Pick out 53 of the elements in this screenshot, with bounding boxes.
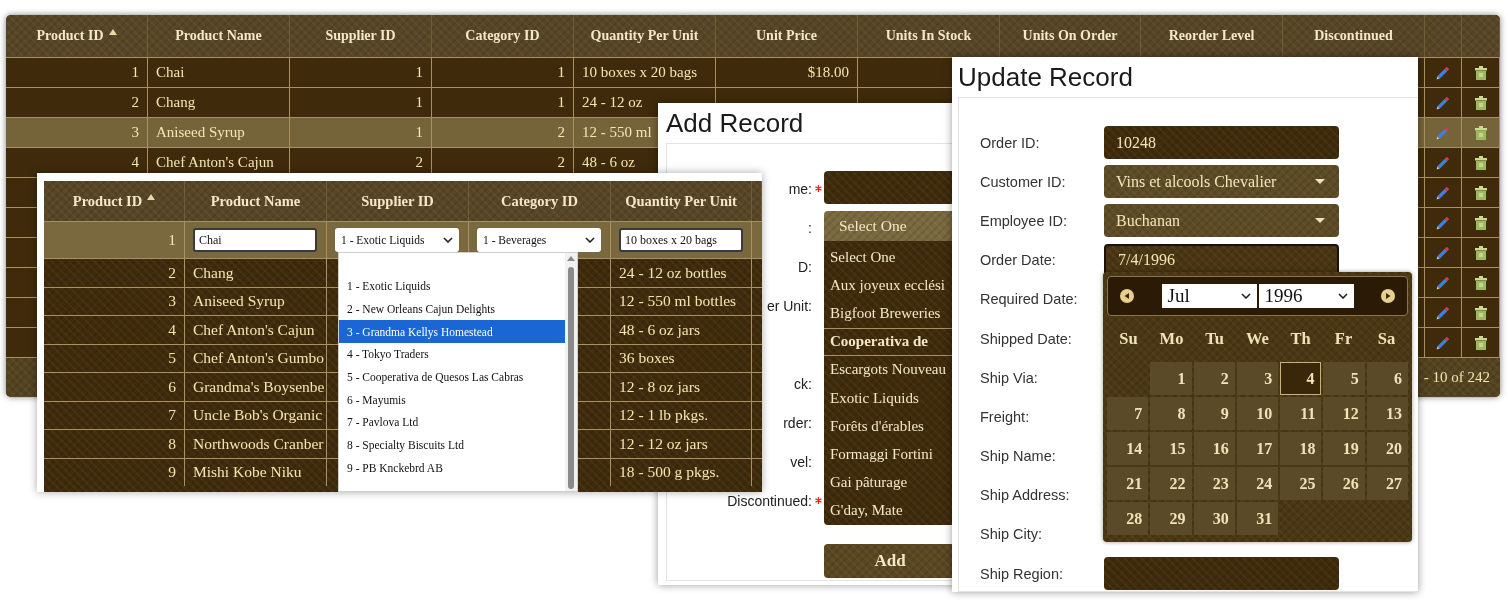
weekday-label: We	[1245, 329, 1270, 349]
table-cell: Chef Anton's Gumbo	[185, 344, 327, 372]
field-label: Required Date:	[980, 291, 1079, 308]
weekday-label: Th	[1289, 329, 1312, 349]
table-cell: 7	[44, 401, 185, 429]
table-cell: 36 boxes	[611, 344, 752, 372]
table-cell: 5	[44, 344, 185, 372]
weekday-label: Tu	[1204, 329, 1225, 349]
field-label: Order Date:	[980, 252, 1057, 269]
weekday-label: Su	[1118, 329, 1139, 349]
table-cell: Aniseed Syrup	[185, 287, 327, 315]
field-label: Ship Region:	[980, 565, 1065, 582]
field-label: Shipped Date:	[980, 330, 1073, 347]
table-cell: 18 - 500 g pkgs.	[611, 458, 752, 486]
field-label: vel:	[790, 453, 812, 470]
table-cell: 12 - 8 oz jars	[611, 373, 752, 401]
table-cell: Chang	[185, 259, 327, 287]
field-label: Order ID:	[980, 134, 1041, 151]
field-label: Customer ID:	[980, 173, 1067, 190]
table-cell: 8	[44, 430, 185, 458]
table-cell: 4	[44, 316, 185, 344]
field-label: Employee ID:	[980, 212, 1069, 229]
table-cell: 48 - 6 oz jars	[611, 316, 752, 344]
table-cell: 12 - 12 oz jars	[611, 430, 752, 458]
table-cell: 9	[44, 458, 185, 486]
table-cell: Uncle Bob's Organic	[185, 401, 327, 429]
field-label: Freight:	[980, 408, 1031, 425]
table-cell: Chef Anton's Cajun	[185, 316, 327, 344]
table-cell: 12 - 550 ml bottles	[611, 287, 752, 315]
field-label: Ship City:	[980, 526, 1044, 543]
table-cell: 2	[44, 259, 185, 287]
table-cell: 1	[44, 222, 185, 258]
table-cell: 24 - 12 oz bottles	[611, 259, 752, 287]
field-label: Ship Address:	[980, 487, 1071, 504]
table-cell: 12 - 1 lb pkgs.	[611, 401, 752, 429]
field-label: er Unit:	[766, 297, 812, 314]
table-cell: Northwoods Cranber	[185, 430, 327, 458]
table-cell: 3	[44, 287, 185, 315]
table-cell: Grandma's Boysenbe	[185, 373, 327, 401]
field-label: ck:	[794, 375, 812, 392]
field-label: Ship Name:	[980, 448, 1057, 465]
field-label: D:	[798, 258, 812, 275]
field-label: rder:	[783, 414, 812, 431]
weekday-label: Fr	[1333, 329, 1354, 349]
weekday-label: Mo	[1158, 329, 1185, 349]
field-label: me:	[788, 180, 812, 197]
pager-text: - 10 of 242	[1423, 369, 1490, 386]
field-label: Ship Via:	[980, 369, 1039, 386]
weekday-label: Sa	[1376, 329, 1397, 349]
table-cell: Mishi Kobe Niku	[185, 458, 327, 486]
field-label: :	[808, 219, 812, 236]
table-cell: 6	[44, 373, 185, 401]
field-label: Discontinued:	[727, 492, 812, 509]
